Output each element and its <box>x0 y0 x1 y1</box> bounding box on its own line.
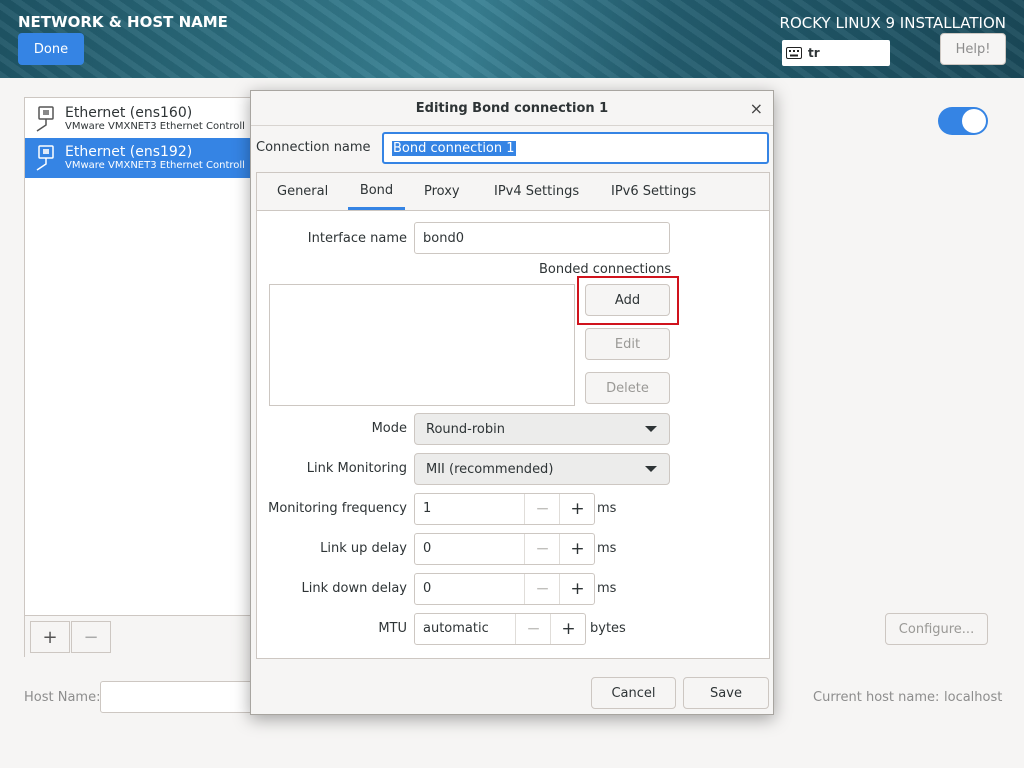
keyboard-layout-value: tr <box>808 46 820 60</box>
link-down-delay-label: Link down delay <box>301 581 408 596</box>
highlight-box <box>577 276 679 325</box>
increment-button[interactable]: + <box>559 494 595 524</box>
chevron-down-icon <box>645 466 657 472</box>
ms-unit-label: ms <box>597 541 617 556</box>
ms-unit-label: ms <box>597 581 617 596</box>
bonded-connections-label: Bonded connections <box>539 262 672 277</box>
current-host-label: Current host name: <box>813 690 940 705</box>
monitoring-frequency-spinner[interactable]: 1 − + <box>414 493 595 525</box>
keyboard-icon <box>786 47 802 59</box>
interface-name-value: bond0 <box>423 230 464 246</box>
tab-bar: General Bond Proxy IPv4 Settings IPv6 Se… <box>257 173 769 211</box>
mtu-spinner[interactable]: automatic − + <box>414 613 586 645</box>
increment-button[interactable]: + <box>550 614 586 644</box>
keyboard-layout-indicator[interactable]: tr <box>782 40 890 66</box>
monitoring-frequency-label: Monitoring frequency <box>268 501 407 516</box>
delete-button[interactable]: Delete <box>585 372 670 404</box>
link-down-delay-value: 0 <box>423 581 432 596</box>
decrement-button[interactable]: − <box>524 494 560 524</box>
decrement-button[interactable]: − <box>515 614 551 644</box>
interface-name-label: Interface name <box>307 231 407 246</box>
host-name-label: Host Name: <box>24 690 101 705</box>
save-button[interactable]: Save <box>683 677 769 709</box>
installation-title: ROCKY LINUX 9 INSTALLATION <box>779 14 1006 32</box>
edit-connection-dialog: Editing Bond connection 1 × Connection n… <box>250 90 774 715</box>
mtu-label: MTU <box>378 621 407 636</box>
ms-unit-label: ms <box>597 501 617 516</box>
interface-name-input[interactable]: bond0 <box>414 222 670 254</box>
add-connection-button[interactable]: + <box>30 621 70 653</box>
mode-label: Mode <box>371 421 407 436</box>
connection-item-ens160[interactable]: Ethernet (ens160) VMware VMXNET3 Etherne… <box>25 99 253 139</box>
connection-item-ens192[interactable]: Ethernet (ens192) VMware VMXNET3 Etherne… <box>25 138 253 178</box>
header-banner <box>0 0 1024 78</box>
bytes-unit-label: bytes <box>590 621 626 636</box>
link-monitoring-label: Link Monitoring <box>306 461 407 476</box>
link-up-delay-value: 0 <box>423 541 432 556</box>
mode-value: Round-robin <box>426 421 505 437</box>
tab-bond[interactable]: Bond <box>348 173 405 210</box>
mode-dropdown[interactable]: Round-robin <box>414 413 670 445</box>
page-title: NETWORK & HOST NAME <box>18 13 228 31</box>
close-icon[interactable]: × <box>750 99 763 118</box>
link-up-delay-spinner[interactable]: 0 − + <box>414 533 595 565</box>
done-button[interactable]: Done <box>18 33 84 65</box>
tab-general[interactable]: General <box>277 173 328 210</box>
connection-list-toolbar: + − <box>25 615 253 658</box>
decrement-button[interactable]: − <box>524 574 560 604</box>
remove-connection-button[interactable]: − <box>71 621 111 653</box>
edit-button[interactable]: Edit <box>585 328 670 360</box>
link-down-delay-spinner[interactable]: 0 − + <box>414 573 595 605</box>
connection-enable-toggle[interactable] <box>938 107 988 135</box>
connection-name: Ethernet (ens160) <box>65 105 193 121</box>
connection-list: Ethernet (ens160) VMware VMXNET3 Etherne… <box>24 97 254 658</box>
monitoring-frequency-value: 1 <box>423 501 432 516</box>
tab-ipv4-settings[interactable]: IPv4 Settings <box>494 173 579 210</box>
ethernet-icon <box>36 106 54 132</box>
connection-settings-notebook: General Bond Proxy IPv4 Settings IPv6 Se… <box>256 172 770 659</box>
increment-button[interactable]: + <box>559 534 595 564</box>
cancel-button[interactable]: Cancel <box>591 677 676 709</box>
decrement-button[interactable]: − <box>524 534 560 564</box>
increment-button[interactable]: + <box>559 574 595 604</box>
host-name-input[interactable] <box>100 681 260 713</box>
link-monitoring-dropdown[interactable]: MII (recommended) <box>414 453 670 485</box>
help-button[interactable]: Help! <box>940 33 1006 65</box>
connection-name-value: Bond connection 1 <box>392 140 516 156</box>
connection-description: VMware VMXNET3 Ethernet Controller <box>65 121 245 132</box>
link-monitoring-value: MII (recommended) <box>426 461 554 477</box>
bonded-connections-list[interactable] <box>269 284 575 406</box>
tab-proxy[interactable]: Proxy <box>424 173 460 210</box>
mtu-value: automatic <box>423 621 489 636</box>
configure-button[interactable]: Configure... <box>885 613 988 645</box>
ethernet-icon <box>36 145 54 171</box>
tab-ipv6-settings[interactable]: IPv6 Settings <box>611 173 696 210</box>
link-up-delay-label: Link up delay <box>320 541 407 556</box>
connection-name-label: Connection name <box>256 140 371 155</box>
connection-name-input[interactable]: Bond connection 1 <box>382 132 769 164</box>
chevron-down-icon <box>645 426 657 432</box>
connection-name: Ethernet (ens192) <box>65 144 193 160</box>
connection-description: VMware VMXNET3 Ethernet Controller <box>65 160 245 171</box>
current-host-value: localhost <box>944 690 1003 705</box>
dialog-title: Editing Bond connection 1 <box>251 91 773 126</box>
